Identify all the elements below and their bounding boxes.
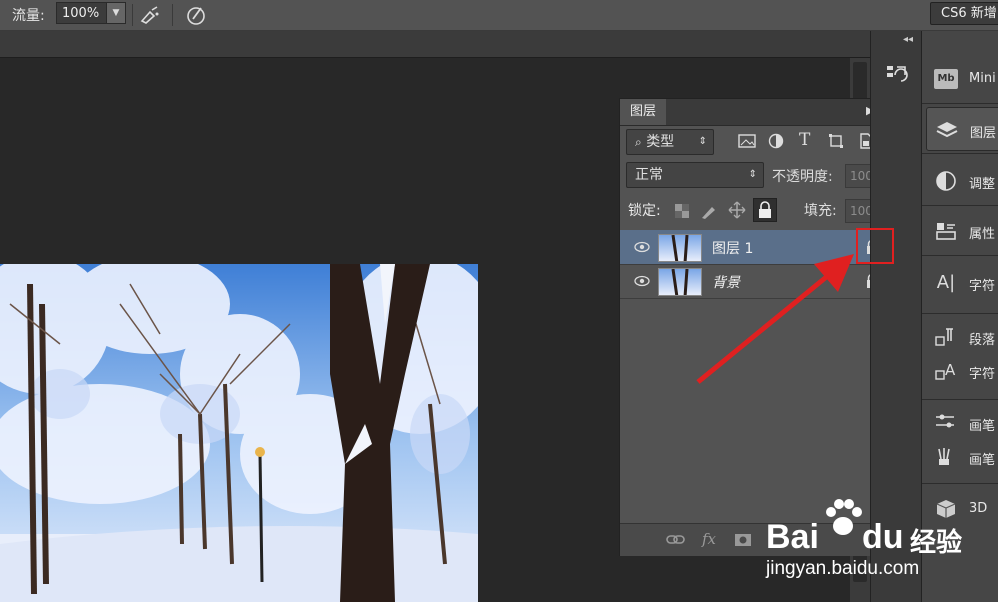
lock-transparent-pixels-icon[interactable]: [675, 204, 689, 218]
brush-icon: [936, 414, 954, 428]
watermark-brand: Bai: [766, 518, 819, 556]
dock-item-label: 画笔: [969, 453, 996, 468]
divider: [922, 313, 998, 314]
divider: [922, 153, 998, 154]
dock-item-adjustments[interactable]: 调整: [922, 159, 998, 203]
blend-mode-value: 正常: [635, 167, 663, 183]
watermark-brand-suffix: du: [862, 518, 904, 556]
dock-item-label: 调整: [969, 177, 996, 192]
workspace-button[interactable]: CS6 新增: [930, 2, 998, 25]
airbrush-icon[interactable]: [138, 4, 162, 26]
mask-icon[interactable]: [734, 532, 752, 548]
dock-item-layers[interactable]: 图层: [926, 107, 998, 151]
visibility-eye-icon[interactable]: [634, 274, 650, 288]
dock-item-label: 图层: [970, 126, 997, 141]
filter-type-select[interactable]: ⌕ 类型 ⇕: [626, 129, 714, 155]
image-filter-icon[interactable]: [738, 133, 756, 149]
history-icon[interactable]: [885, 63, 909, 87]
dock-item-label: 字符: [969, 279, 996, 294]
lock-icon: [759, 201, 771, 218]
character-styles-icon: A: [935, 361, 956, 380]
lock-image-pixels-icon[interactable]: [700, 202, 718, 220]
options-bar: 流量: 100% ▼ CS6 新增: [0, 0, 998, 31]
divider: [172, 4, 173, 26]
canvas-image: [0, 264, 478, 602]
flow-dropdown-button[interactable]: ▼: [106, 2, 126, 24]
divider: [132, 4, 133, 26]
watermark-jingyan: 经验: [910, 528, 963, 558]
visibility-eye-icon[interactable]: [634, 240, 650, 254]
adjustments-icon: [936, 171, 956, 191]
dock-item-mini-bridge[interactable]: Mb Mini: [922, 57, 998, 101]
dock-item-label: 画笔: [969, 419, 996, 434]
dock-item-character[interactable]: A| 字符: [922, 261, 998, 305]
divider: [922, 205, 998, 206]
fx-icon[interactable]: fx: [702, 530, 716, 548]
character-icon: A|: [936, 272, 956, 293]
watermark-url: jingyan.baidu.com: [766, 558, 920, 579]
paragraph-styles-icon: [935, 328, 953, 346]
dock-item-label: 字符: [969, 367, 996, 382]
dock-item-properties[interactable]: 属性: [922, 209, 998, 253]
dock-item-character-styles[interactable]: A 字符: [922, 349, 998, 393]
search-icon: ⌕: [635, 135, 642, 149]
type-filter-icon[interactable]: T: [799, 130, 810, 150]
dock-item-label: 属性: [969, 227, 996, 242]
flow-input[interactable]: 100%: [56, 2, 108, 24]
baidu-jingyan-watermark: Bai du 经验 jingyan.baidu.com: [764, 494, 994, 594]
brush-presets-icon: [938, 448, 950, 465]
adjustment-filter-icon[interactable]: [768, 133, 784, 149]
divider: [922, 399, 998, 400]
pressure-opacity-icon[interactable]: [184, 3, 208, 27]
flow-label: 流量:: [12, 8, 45, 24]
opacity-label: 不透明度:: [772, 169, 833, 185]
layers-icon: [936, 122, 958, 138]
lock-label: 锁定:: [628, 203, 661, 219]
mini-bridge-icon: Mb: [934, 69, 958, 89]
filter-type-value: 类型: [646, 134, 675, 150]
link-icon[interactable]: [666, 532, 686, 548]
svg-text:A: A: [945, 361, 956, 379]
document-tab-strip: [0, 31, 870, 58]
properties-icon: [936, 223, 956, 240]
divider: [922, 103, 998, 104]
annotation-arrow: [696, 254, 854, 384]
paw-icon: [826, 499, 862, 535]
lock-all-button[interactable]: [753, 198, 777, 222]
lock-position-icon[interactable]: [728, 201, 746, 219]
updown-arrows-icon: ⇕: [698, 136, 707, 147]
dock-item-brush-presets[interactable]: 画笔: [922, 435, 998, 479]
fill-label: 填充:: [804, 203, 837, 219]
shape-filter-icon[interactable]: [828, 133, 844, 149]
collapse-double-arrow-icon[interactable]: ◂◂: [903, 34, 913, 45]
divider: [922, 255, 998, 256]
dock-item-label: Mini: [969, 71, 996, 86]
updown-arrows-icon: ⇕: [748, 169, 757, 180]
dock-item-label: 段落: [969, 333, 996, 348]
divider: [922, 483, 998, 484]
tab-layers[interactable]: 图层: [620, 99, 666, 125]
blend-mode-select[interactable]: 正常 ⇕: [626, 162, 764, 188]
